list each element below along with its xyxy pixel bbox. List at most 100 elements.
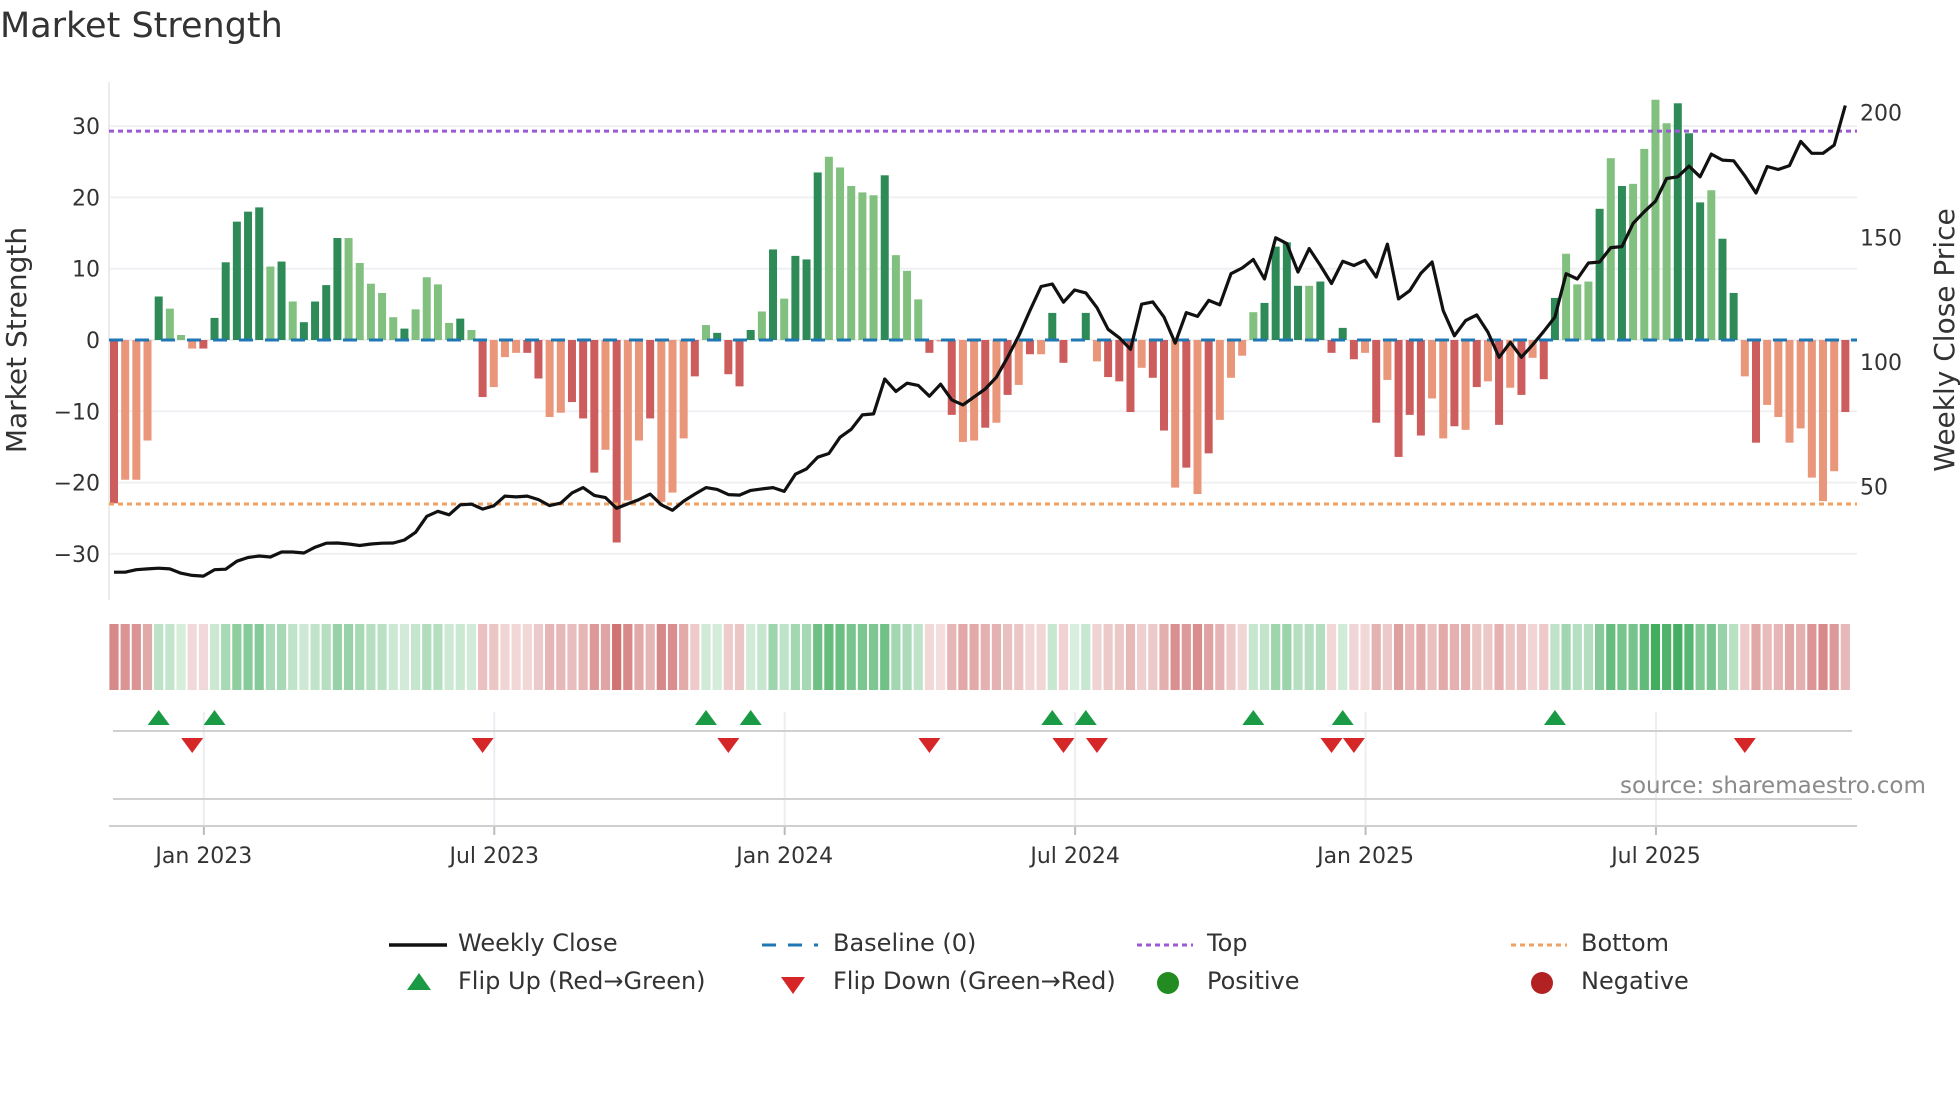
strength-bar <box>791 255 800 340</box>
heat-cell <box>556 624 566 690</box>
heat-cell <box>478 624 488 690</box>
heat-cell <box>1572 624 1582 690</box>
strength-bar <box>579 340 588 419</box>
strength-bar <box>769 249 778 340</box>
strength-bar <box>288 301 297 340</box>
heat-cell <box>500 624 510 690</box>
strength-bar <box>1215 340 1224 420</box>
heat-cell <box>723 624 733 690</box>
heat-cell <box>1192 624 1203 690</box>
strength-bar <box>646 340 655 419</box>
heat-cell <box>779 624 789 690</box>
strength-bar <box>757 311 766 340</box>
strength-bar <box>947 340 956 415</box>
heat-cell <box>1014 624 1024 690</box>
strength-bar <box>1707 190 1716 340</box>
strength-bar <box>1573 284 1582 340</box>
strength-bar <box>523 340 532 353</box>
heat-cell <box>857 624 867 690</box>
heat-cell <box>1561 624 1571 690</box>
positive-dot-icon <box>1157 972 1179 994</box>
flip-down-marker <box>471 738 494 753</box>
strength-bar <box>1751 340 1760 443</box>
strength-bar <box>1684 133 1693 340</box>
heat-cell <box>1036 624 1046 690</box>
strength-bar <box>1182 340 1191 468</box>
heat-cell <box>1416 624 1426 690</box>
heat-cell <box>154 624 164 690</box>
heat-cell <box>377 624 387 690</box>
heat-cell <box>1684 624 1694 690</box>
heat-cell <box>1081 624 1091 690</box>
y-tick-label-left: −20 <box>54 472 100 497</box>
strength-bar <box>244 211 253 340</box>
heat-cell <box>600 624 611 690</box>
heat-cell <box>388 624 398 690</box>
heat-cell <box>1215 624 1225 690</box>
heat-cell <box>1125 624 1136 690</box>
strength-bar <box>177 335 186 340</box>
heat-cell <box>355 624 365 690</box>
x-tick-label: Jan 2025 <box>1315 844 1414 869</box>
strength-bar <box>1584 281 1593 340</box>
heat-cell <box>1740 624 1750 690</box>
heat-cell <box>935 624 946 690</box>
heat-cell <box>232 624 242 690</box>
heat-cell <box>958 624 968 690</box>
strength-bar <box>847 185 856 340</box>
legend-top-icon <box>1137 943 1193 947</box>
heat-cell <box>891 624 901 690</box>
heat-cell <box>343 624 354 690</box>
strength-bar <box>1349 340 1358 360</box>
heat-cell <box>1695 624 1705 690</box>
x-tick-label: Jan 2023 <box>153 844 252 869</box>
heat-cell <box>1114 624 1124 690</box>
heat-cell <box>969 624 979 690</box>
heat-cell <box>1483 624 1493 690</box>
strength-bar <box>668 340 677 493</box>
strength-bar <box>836 167 845 340</box>
heat-cell <box>1259 624 1270 690</box>
strength-bar <box>1763 340 1772 405</box>
legend-baseline-icon <box>762 943 818 947</box>
strength-bar <box>344 238 353 340</box>
heat-cell <box>433 624 443 690</box>
strength-bar <box>1640 148 1649 340</box>
heat-cell <box>533 624 544 690</box>
heat-cell <box>1326 624 1337 690</box>
x-tick-label: Jul 2025 <box>1609 844 1701 869</box>
heat-cell <box>1204 624 1214 690</box>
heat-cell <box>1673 624 1683 690</box>
strength-bar <box>590 340 599 473</box>
heat-cell <box>165 624 175 690</box>
heat-cell <box>980 624 990 690</box>
strength-bar <box>612 340 621 543</box>
heat-cell <box>1505 624 1515 690</box>
strength-bar <box>389 317 398 340</box>
strength-bar <box>702 325 711 340</box>
heat-cell <box>846 624 856 690</box>
triangle-up-icon <box>407 973 431 990</box>
heat-cell <box>1449 624 1459 690</box>
strength-bar <box>1472 340 1481 388</box>
strength-bar <box>1562 253 1571 340</box>
strength-bar <box>165 308 174 340</box>
strength-bar <box>1249 312 1258 340</box>
y-tick-label-right: 200 <box>1860 102 1902 127</box>
heat-cell <box>1003 624 1013 690</box>
strength-bar <box>1718 238 1727 340</box>
heat-cell <box>1539 624 1549 690</box>
strength-bar <box>1059 340 1068 363</box>
strength-bar <box>478 340 487 398</box>
flip-down-marker <box>1085 738 1108 753</box>
heat-cell <box>868 624 879 690</box>
heat-cell <box>712 624 722 690</box>
strength-bar <box>1785 340 1794 443</box>
y-tick-label-left: 0 <box>86 329 100 354</box>
heat-cell <box>701 624 711 690</box>
heat-cell <box>399 624 410 690</box>
strength-bar <box>869 195 878 340</box>
strength-bar <box>132 340 141 480</box>
flip-up-marker <box>1331 710 1354 725</box>
heat-cell <box>1159 624 1169 690</box>
